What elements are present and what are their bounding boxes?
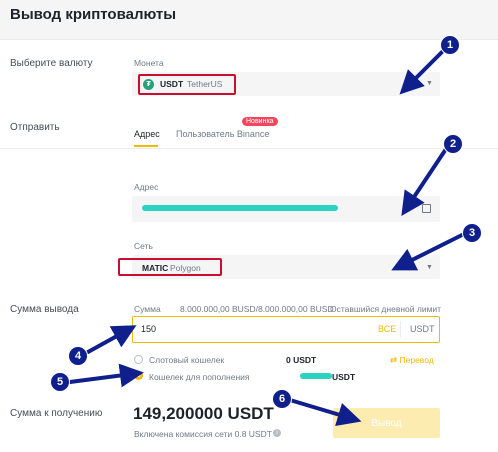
- max-all-button[interactable]: ВСЕ: [378, 324, 396, 334]
- funding-wallet-label: Кошелек для пополнения: [149, 372, 250, 382]
- withdraw-button[interactable]: Вывод: [333, 408, 440, 438]
- tab-active-indicator: [134, 145, 158, 147]
- swap-icon: ⇄: [390, 355, 398, 365]
- tab-binance-user[interactable]: Пользователь Binance: [176, 129, 269, 139]
- network-code: MATIC: [142, 263, 169, 273]
- network-field-label: Сеть: [134, 241, 153, 251]
- tether-icon: ₮: [143, 79, 154, 90]
- coin-code: USDT: [160, 79, 184, 89]
- network-fee-note: Включена комиссия сети 0.8 USDT: [134, 429, 272, 439]
- currency-section-label: Выберите валюту: [10, 58, 93, 69]
- coin-name: TetherUS: [187, 79, 223, 89]
- annotation-marker-5: 5: [50, 372, 70, 392]
- info-icon[interactable]: i: [273, 429, 281, 437]
- spot-wallet-label: Слотовый кошелек: [149, 355, 225, 365]
- amount-value: 150: [141, 324, 157, 334]
- funding-balance-masked: [300, 373, 332, 379]
- coin-field-label: Монета: [134, 58, 164, 68]
- send-section-label: Отправить: [10, 122, 60, 133]
- tabs-divider: [0, 148, 498, 149]
- new-badge: Новинка: [242, 117, 278, 126]
- chevron-down-icon[interactable]: ▼: [426, 80, 433, 87]
- spot-wallet-balance: 0 USDT: [286, 355, 317, 365]
- transfer-link[interactable]: ⇄ Перевод: [390, 355, 434, 366]
- funding-wallet-balance: USDT: [332, 372, 356, 382]
- annotation-marker-3: 3: [462, 223, 482, 243]
- annotation-marker-1: 1: [440, 35, 460, 55]
- receive-amount: 149,200000 USDT: [133, 404, 274, 423]
- daily-limit-note: Оставшийся дневной лимит: [330, 304, 442, 314]
- amount-section-label: Сумма вывода: [10, 304, 79, 315]
- daily-limit: 8.000.000,00 BUSD/8.000.000,00 BUSD: [180, 304, 334, 314]
- annotation-marker-2: 2: [443, 134, 463, 154]
- chevron-down-icon[interactable]: ▼: [426, 264, 433, 271]
- page-title: Вывод криптовалюты: [10, 6, 177, 23]
- annotation-marker-4: 4: [68, 346, 88, 366]
- transfer-label: Перевод: [399, 355, 434, 365]
- amount-currency: USDT: [410, 324, 435, 334]
- funding-wallet-radio[interactable]: [134, 371, 143, 380]
- address-field-label: Адрес: [134, 182, 159, 192]
- network-name: Polygon: [170, 263, 201, 273]
- address-book-icon[interactable]: [422, 204, 431, 213]
- input-divider: [400, 321, 401, 337]
- spot-wallet-radio[interactable]: [134, 355, 143, 364]
- annotation-marker-6: 6: [272, 389, 292, 409]
- address-masked: [142, 205, 338, 211]
- receive-section-label: Сумма к получению: [10, 408, 103, 419]
- tab-address[interactable]: Адрес: [134, 129, 160, 139]
- amount-field-label: Сумма: [134, 304, 161, 314]
